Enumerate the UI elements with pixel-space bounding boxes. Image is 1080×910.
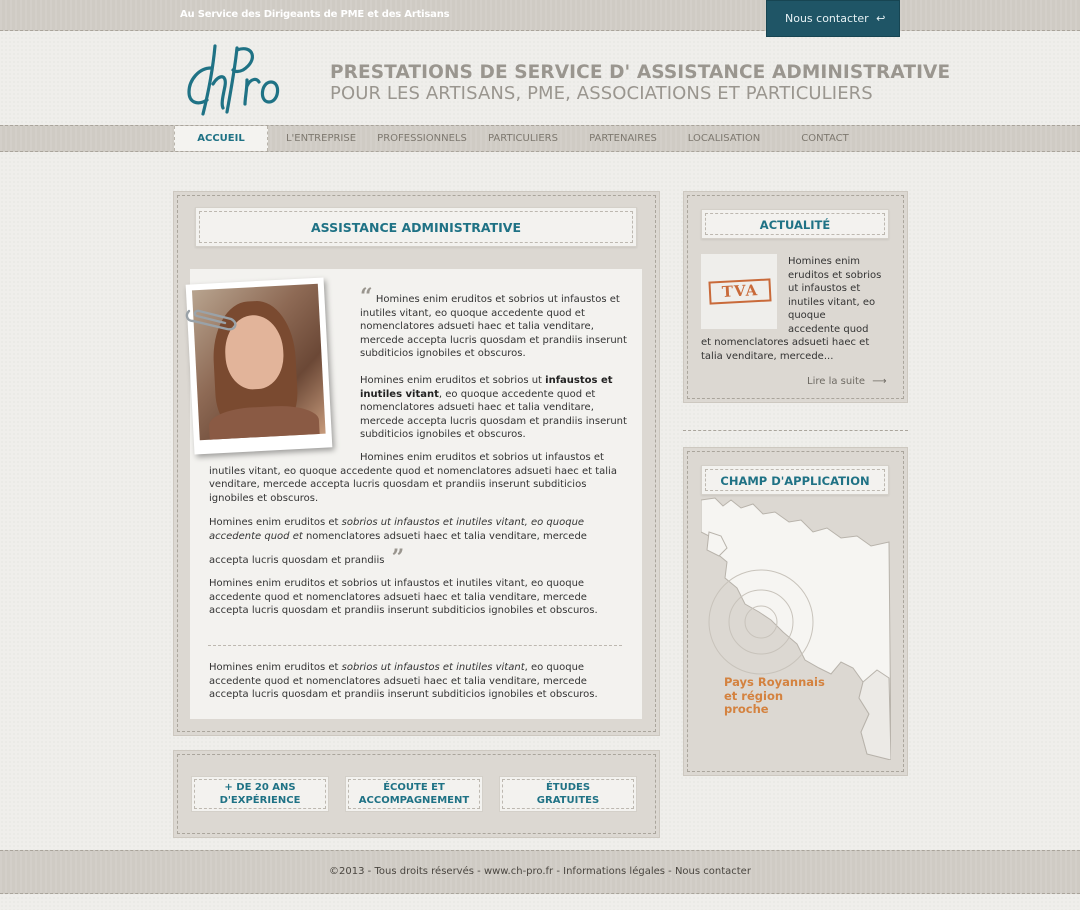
paragraph-3: Homines enim eruditos et sobrios ut infa…	[209, 452, 617, 504]
paragraph-4: Homines enim eruditos et sobrios ut infa…	[209, 517, 587, 542]
paragraph-4-end: accepta lucris quosdam et prandiis ”	[209, 545, 405, 571]
paragraph-2: Homines enim eruditos et sobrios ut infa…	[360, 375, 627, 440]
news-excerpt-column: Homines enim eruditos et sobrios ut infa…	[788, 256, 882, 335]
footer: ©2013 - Tous droits réservés - www.ch-pr…	[0, 850, 1080, 894]
contact-tab-button[interactable]: Nous contacter ↩	[766, 0, 900, 37]
news-heading-box: ACTUALITÉ	[701, 209, 889, 239]
news-excerpt: et nomenclatores adsueti haec et talia v…	[701, 337, 870, 362]
footer-text: ©2013 - Tous droits réservés - www.ch-pr…	[329, 866, 751, 877]
top-bar: Au Service des Dirigeants de PME et des …	[0, 0, 1080, 31]
paperclip-icon	[183, 303, 239, 333]
footer-legal-link[interactable]: Informations légales	[563, 866, 665, 877]
logo-chpro-icon	[187, 44, 280, 116]
tagline: Au Service des Dirigeants de PME et des …	[180, 9, 450, 20]
feature-experience-button[interactable]: + DE 20 ANS D'EXPÉRIENCE	[191, 776, 329, 812]
nav-item-accueil[interactable]: ACCUEIL	[174, 126, 268, 151]
map-heading-box: CHAMP D'APPLICATION	[701, 465, 889, 495]
logo[interactable]	[183, 38, 287, 120]
open-quote-icon: “	[360, 284, 373, 310]
paragraph-5: Homines enim eruditos et sobrios ut infa…	[209, 578, 598, 616]
feature-etudes-button[interactable]: ÉTUDES GRATUITES	[499, 776, 637, 812]
arrow-right-icon: ⟶	[872, 376, 887, 387]
close-quote-icon: ”	[391, 545, 405, 571]
paragraph-6: Homines enim eruditos et sobrios ut infa…	[209, 662, 598, 700]
nav-item-particuliers[interactable]: PARTICULIERS	[484, 126, 562, 151]
tva-stamp: TVA	[708, 278, 772, 305]
nav-item-partenaires[interactable]: PARTENAIRES	[585, 126, 661, 151]
read-more-link[interactable]: Lire la suite ⟶	[807, 376, 887, 387]
return-arrow-icon: ↩	[876, 12, 886, 25]
sidebar-divider	[683, 430, 908, 431]
map-region-label: Pays Royannais et région proche	[724, 675, 825, 716]
footer-contact-link[interactable]: Nous contacter	[675, 866, 751, 877]
footer-site-link[interactable]: www.ch-pro.fr	[484, 866, 553, 877]
main-heading-box: ASSISTANCE ADMINISTRATIVE	[195, 207, 637, 247]
nav-item-contact[interactable]: CONTACT	[793, 126, 857, 151]
news-thumbnail[interactable]: TVA	[701, 254, 777, 329]
contact-tab-label: Nous contacter	[785, 12, 869, 25]
page-title-line1: PRESTATIONS DE SERVICE D' ASSISTANCE ADM…	[330, 62, 951, 83]
page-title-line2: POUR LES ARTISANS, PME, ASSOCIATIONS ET …	[330, 83, 873, 104]
nav-item-professionnels[interactable]: PROFESSIONNELS	[374, 126, 470, 151]
content-divider	[208, 645, 622, 646]
nav-item-entreprise[interactable]: L'ENTREPRISE	[282, 126, 360, 151]
main-nav: ACCUEIL L'ENTREPRISE PROFESSIONNELS PART…	[0, 125, 1080, 152]
region-map[interactable]	[700, 492, 892, 761]
nav-item-localisation[interactable]: LOCALISATION	[680, 126, 768, 151]
feature-ecoute-button[interactable]: ÉCOUTE ET ACCOMPAGNEMENT	[345, 776, 483, 812]
paragraph-1: “ Homines enim eruditos et sobrios ut in…	[360, 284, 627, 359]
